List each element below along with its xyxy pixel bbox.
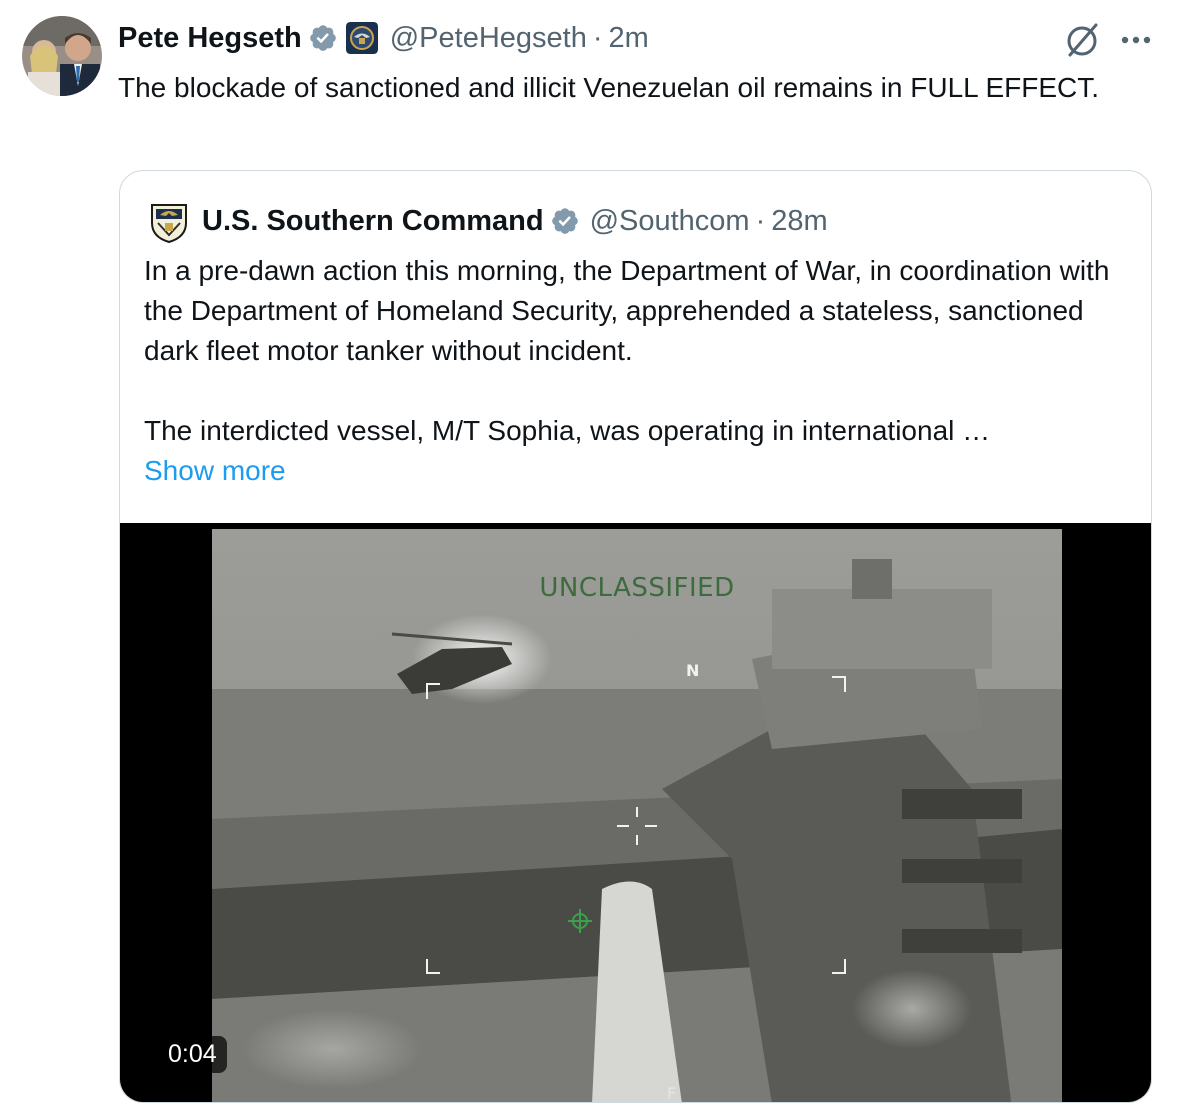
- quoted-author-handle[interactable]: @Southcom: [590, 205, 750, 238]
- tweet-header: Pete Hegseth @PeteHegseth · 2m: [118, 18, 649, 58]
- verified-badge-icon[interactable]: [308, 23, 338, 53]
- separator-dot: ·: [592, 21, 603, 54]
- show-more-link[interactable]: Show more: [144, 451, 1134, 491]
- quoted-paragraph: In a pre-dawn action this morning, the D…: [144, 255, 1110, 366]
- tweet-text: The blockade of sanctioned and illicit V…: [118, 72, 1100, 103]
- bottom-marker: F: [667, 1084, 676, 1103]
- video-duration-badge: 0:04: [158, 1036, 227, 1073]
- thermal-video-still: N F: [212, 529, 1062, 1103]
- author-name[interactable]: Pete Hegseth: [118, 22, 302, 55]
- quoted-tweet-header: U.S. Southern Command @Southcom · 28m: [148, 199, 828, 243]
- dod-seal-icon[interactable]: [345, 22, 378, 54]
- quoted-paragraph: The interdicted vessel, M/T Sophia, was …: [144, 415, 991, 446]
- classification-label: UNCLASSIFIED: [539, 573, 735, 603]
- author-avatar[interactable]: [22, 16, 102, 96]
- quoted-tweet-text: In a pre-dawn action this morning, the D…: [144, 251, 1134, 491]
- tweet-timestamp[interactable]: 2m: [609, 22, 649, 55]
- author-handle[interactable]: @PeteHegseth: [390, 22, 587, 55]
- southcom-logo-icon[interactable]: [148, 199, 190, 243]
- verified-badge-icon[interactable]: [550, 206, 580, 236]
- quoted-tweet-timestamp[interactable]: 28m: [771, 205, 827, 238]
- separator-dot: ·: [755, 204, 766, 237]
- grok-icon[interactable]: [1062, 20, 1102, 60]
- north-marker: N: [686, 661, 699, 680]
- quoted-author-name[interactable]: U.S. Southern Command: [202, 205, 544, 238]
- video-frame[interactable]: N F UNCLASSIFIED: [212, 529, 1062, 1103]
- more-options-icon[interactable]: [1116, 22, 1156, 58]
- video-player[interactable]: N F UNCLASSIFIED 0:04: [120, 523, 1151, 1103]
- quoted-tweet[interactable]: U.S. Southern Command @Southcom · 28m In…: [119, 170, 1152, 1103]
